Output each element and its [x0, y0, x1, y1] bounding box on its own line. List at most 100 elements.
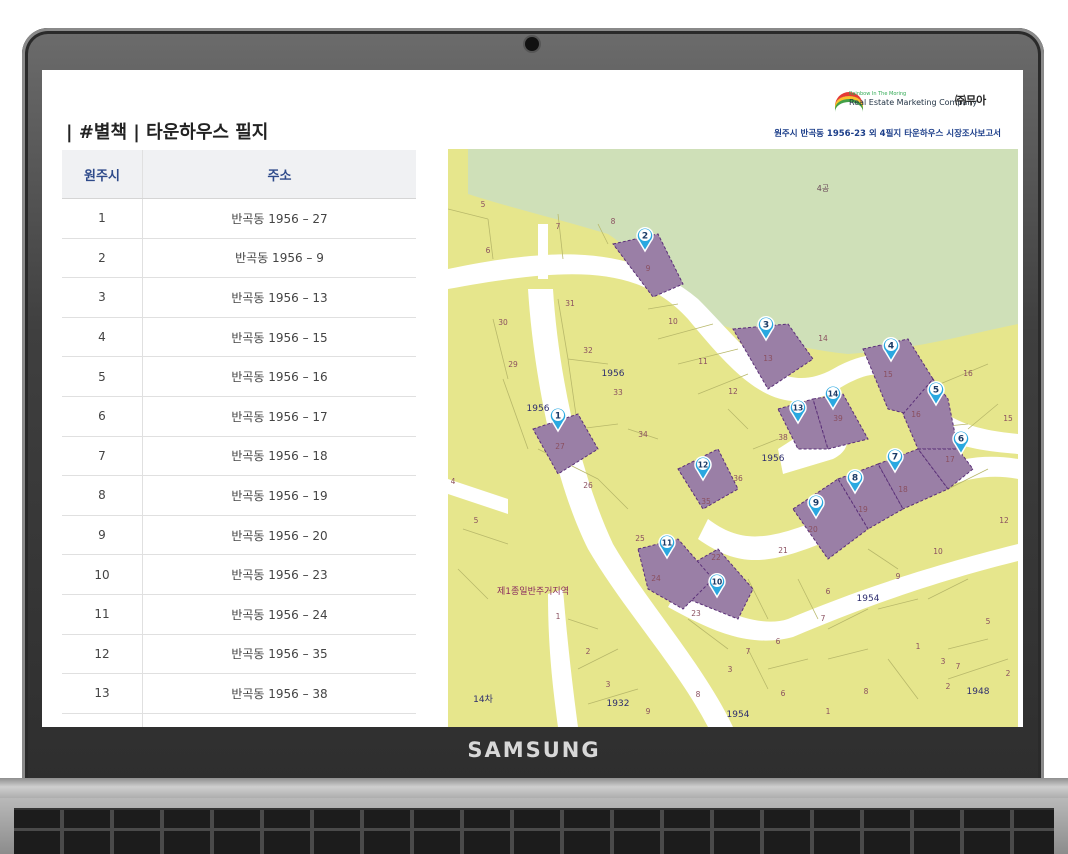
lot-number: 8 [696, 690, 701, 699]
lot-number: 5 [481, 200, 486, 209]
report-title: 원주시 반곡동 1956-23 외 4필지 타운하우스 시장조사보고서 [774, 129, 1001, 139]
table-row: 1 반곡동 1956 – 27 [62, 198, 416, 239]
row-number: 7 [62, 436, 143, 477]
laptop-keyboard-deck [0, 798, 1068, 854]
lot-number: 2 [946, 682, 951, 691]
row-number: 6 [62, 396, 143, 437]
map-pin-number: 1 [555, 412, 561, 422]
lot-number: 7 [956, 662, 961, 671]
lot-number: 7 [746, 647, 751, 656]
row-number: 10 [62, 554, 143, 595]
row-address: 반곡동 1956 – 16 [142, 356, 416, 397]
lot-number: 17 [945, 455, 955, 464]
table-row: 14반곡동 1956 – 39 [62, 713, 416, 727]
lot-number: 38 [778, 433, 788, 442]
lot-number: 12 [999, 516, 1009, 525]
logo-corp-name: ㈜무아 [955, 94, 987, 107]
lot-number: 23 [691, 609, 701, 618]
lot-number: 34 [638, 430, 648, 439]
map-pin-number: 3 [763, 321, 769, 331]
lot-number: 11 [698, 357, 708, 366]
lot-number: 36 [733, 474, 743, 483]
lot-number: 1 [916, 642, 921, 651]
row-address: 반곡동 1956 – 9 [142, 238, 416, 279]
lot-number: 1 [556, 612, 561, 621]
row-address: 반곡동 1956 – 39 [142, 713, 416, 727]
lot-number: 39 [833, 414, 843, 423]
lot-number: 15 [883, 370, 893, 379]
row-number: 12 [62, 634, 143, 675]
laptop-brand-logo: SAMSUNG [467, 738, 601, 762]
table-row: 9 반곡동 1956 – 20 [62, 515, 416, 556]
lot-number: 12 [728, 387, 738, 396]
row-address: 반곡동 1956 – 20 [142, 515, 416, 556]
row-address: 반곡동 1956 – 24 [142, 594, 416, 635]
lot-number: 6 [776, 637, 781, 646]
table-body: 1 반곡동 1956 – 27 2 반곡동 1956 – 9 3 반곡동 1956 – 1… [62, 198, 416, 727]
block-number: 1956 [602, 369, 625, 379]
lot-number: 3 [606, 680, 611, 689]
row-number: 8 [62, 475, 143, 516]
table-row: 11 반곡동 1956 – 24 [62, 594, 416, 635]
map-pin-number: 5 [933, 386, 939, 396]
block-number: 1932 [607, 699, 630, 709]
screen: | #별책 | 타운하우스 필지 Rainbow In The Moring R… [42, 70, 1023, 727]
map-pin-number: 11 [662, 539, 672, 548]
lot-number: 33 [613, 388, 623, 397]
lot-number: 18 [898, 485, 908, 494]
block-number: 1954 [857, 594, 880, 604]
map-pin-number: 13 [793, 404, 803, 413]
column-header-address: 주소 [142, 150, 416, 199]
lot-number: 27 [555, 442, 565, 451]
block-number: 1956 [527, 404, 550, 414]
row-number: 2 [62, 238, 143, 279]
map-pin-number: 7 [892, 453, 898, 463]
table-row: 13 반곡동 1956 – 38 [62, 673, 416, 714]
row-number: 9 [62, 515, 143, 556]
map-pin-number: 4 [888, 342, 894, 352]
lot-number: 14 [818, 334, 828, 343]
webcam-icon [525, 37, 539, 51]
lot-number: 9 [646, 707, 651, 716]
row-number: 14 [62, 713, 143, 727]
block-number: 14차 [473, 693, 493, 705]
lot-number: 6 [826, 587, 831, 596]
lot-number: 4 [451, 477, 456, 486]
map-pin-number: 8 [852, 474, 858, 484]
cadastral-map: 4공 제1종일반주거지역 1956 1956 1956 1954 1954 1948 1932 1… [448, 149, 1018, 727]
map-pin-number: 6 [958, 435, 964, 445]
lot-number: 26 [583, 481, 593, 490]
row-address: 반곡동 1956 – 27 [142, 198, 416, 239]
lot-number: 21 [778, 546, 788, 555]
row-address: 반곡동 1956 – 19 [142, 475, 416, 516]
row-address: 반곡동 1956 – 17 [142, 396, 416, 437]
table-row: 4 반곡동 1956 – 15 [62, 317, 416, 358]
row-number: 13 [62, 673, 143, 714]
table-row: 12 반곡동 1956 – 35 [62, 634, 416, 675]
block-number: 1956 [762, 454, 785, 464]
lot-number: 20 [808, 525, 818, 534]
block-number: 1948 [967, 687, 990, 697]
laptop-hinge [0, 778, 1068, 800]
lot-number: 13 [763, 354, 773, 363]
logo-tagline: Rainbow In The Moring [849, 91, 907, 97]
row-address: 반곡동 1956 – 13 [142, 277, 416, 318]
table-row: 6 반곡동 1956 – 17 [62, 396, 416, 437]
table-row: 8 반곡동 1956 – 19 [62, 475, 416, 516]
row-address: 반곡동 1956 – 35 [142, 634, 416, 675]
lot-number: 19 [858, 505, 868, 514]
page-title: | #별책 | 타운하우스 필지 [66, 122, 269, 143]
parcel-table: 원주시 주소 1 반곡동 1956 – 27 2 반곡동 1956 – 9 3 반곡동 1… [62, 150, 416, 727]
lot-number: 7 [556, 222, 561, 231]
lot-number: 16 [963, 369, 973, 378]
table-row: 7 반곡동 1956 – 18 [62, 436, 416, 477]
row-number: 1 [62, 198, 143, 239]
row-address: 반곡동 1956 – 38 [142, 673, 416, 714]
lot-number: 30 [498, 318, 508, 327]
row-address: 반곡동 1956 – 18 [142, 436, 416, 477]
map-canvas: 4공제1종일반주거지역19561956195619541954194819321… [448, 149, 1018, 727]
zoning-label: 제1종일반주거지역 [497, 586, 569, 597]
column-header-no: 원주시 [62, 150, 143, 199]
row-address: 반곡동 1956 – 23 [142, 554, 416, 595]
map-pin-number: 10 [712, 578, 722, 587]
